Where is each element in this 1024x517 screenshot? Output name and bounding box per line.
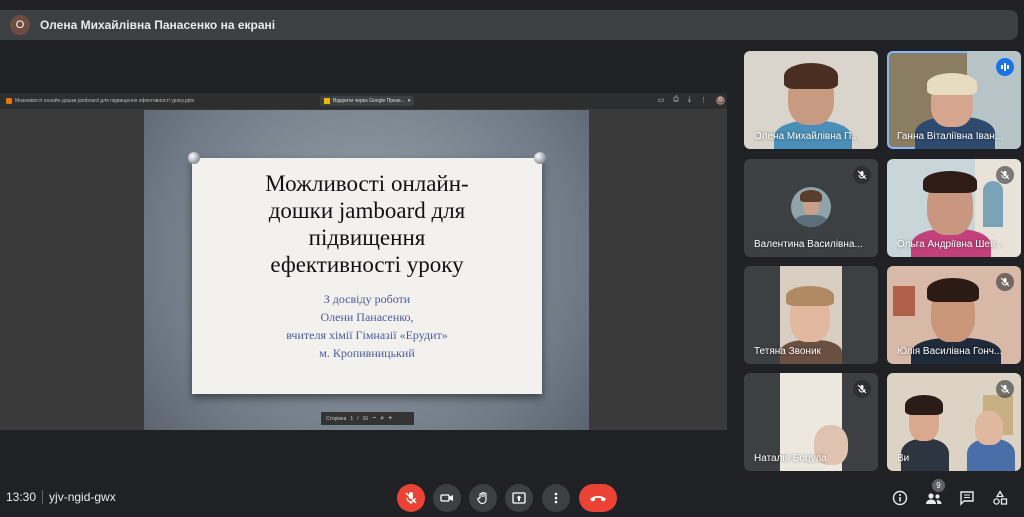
mic-off-icon [996, 380, 1014, 398]
slide-card: Можливості онлайн- дошки jamboard для пі… [192, 158, 542, 394]
slide-title-line: ефективності уроку [270, 252, 464, 277]
pushpin-right [534, 152, 546, 164]
info-icon [892, 490, 908, 506]
mic-off-icon [853, 166, 871, 184]
participant-name: Юлія Василівна Гонч... [897, 346, 1003, 357]
presentation-slide: Можливості онлайн- дошки jamboard для пі… [144, 110, 589, 430]
presenter-avatar: О [10, 15, 30, 35]
slide-subtitle-line: м. Кропивницький [319, 346, 415, 360]
presenting-text: Олена Михайлівна Панасенко на екрані [40, 18, 276, 32]
shared-screen: Можливості онлайн дошки jamboard для під… [0, 93, 733, 430]
participant-tile[interactable]: Валентина Василівна... [744, 159, 878, 257]
participant-name: Ольга Андріївна Шев... [897, 239, 1004, 250]
people-count-badge: 9 [932, 479, 945, 492]
chat-icon [960, 491, 974, 506]
viewer-toolbar: Можливості онлайн дошки jamboard для під… [0, 93, 733, 109]
meeting-controls-bar: 13:30 yjv-ngid-gwx [0, 480, 1024, 517]
more-vert-icon[interactable]: ⋮ [700, 96, 707, 105]
page-total: 16 [362, 415, 369, 422]
more-vert-icon [554, 492, 558, 504]
slide-subtitle: З досвіду роботи Олени Панасенко, вчител… [192, 290, 542, 362]
slide-navigator: Сторінка 1 / 16 − ⌕ + [321, 412, 414, 425]
slide-subtitle-line: Олени Панасенко, [320, 310, 414, 324]
mic-off-icon [405, 492, 417, 504]
slide-title-line: підвищення [308, 225, 426, 250]
videocam-icon [440, 494, 453, 502]
people-icon [926, 493, 942, 504]
open-with-label: Відкрити через Google Презе... [333, 98, 405, 104]
download-icon[interactable]: ⤓ [688, 96, 691, 105]
mic-toggle-button[interactable] [397, 484, 425, 512]
mic-off-icon [853, 380, 871, 398]
page-number[interactable]: 1 [350, 416, 353, 422]
pushpin-left [188, 152, 200, 164]
call-end-icon [590, 496, 606, 502]
slides-icon [324, 98, 330, 104]
meet-window: О Олена Михайлівна Панасенко на екрані М… [0, 0, 1024, 517]
meeting-info: 13:30 yjv-ngid-gwx [6, 490, 116, 504]
participant-avatar [791, 187, 831, 227]
hand-icon [477, 491, 487, 505]
mic-off-icon [996, 273, 1014, 291]
participant-tile[interactable]: Олена Михайлівна П... [744, 51, 878, 149]
participant-tile[interactable]: Ви [887, 373, 1021, 471]
presenting-banner: О Олена Михайлівна Панасенко на екрані [0, 10, 1018, 40]
file-title: Можливості онлайн дошки jamboard для під… [15, 98, 195, 104]
speaking-indicator-icon [996, 58, 1014, 76]
viewer-scrollbar[interactable] [727, 93, 733, 430]
slide-subtitle-line: вчителя хімії Гімназії «Ерудит» [286, 328, 448, 342]
leave-call-button[interactable] [579, 484, 617, 512]
more-options-button[interactable] [542, 484, 570, 512]
shapes-icon [993, 490, 1008, 505]
present-screen-button[interactable] [505, 484, 533, 512]
present-to-all-icon [512, 492, 526, 504]
participant-tile[interactable]: Юлія Василівна Гонч... [887, 266, 1021, 364]
activities-button[interactable] [990, 488, 1010, 508]
participant-tile[interactable]: Наталія Боцула [744, 373, 878, 471]
mic-off-icon [996, 166, 1014, 184]
participant-name: Валентина Василівна... [754, 239, 863, 250]
page-separator: / [357, 415, 359, 422]
zoom-out-icon[interactable]: − [372, 415, 376, 422]
chat-button[interactable] [957, 488, 977, 508]
participant-tile[interactable]: Тетяна Звоник [744, 266, 878, 364]
slide-subtitle-line: З досвіду роботи [323, 292, 411, 306]
meeting-code: yjv-ngid-gwx [49, 490, 116, 504]
meeting-details-button[interactable] [890, 488, 910, 508]
current-time: 13:30 [6, 490, 37, 504]
page-label: Сторінка [326, 415, 347, 422]
divider [42, 490, 44, 504]
participant-name: Ви [897, 453, 910, 464]
participant-name: Ганна Віталіївна Іван... [897, 131, 1004, 142]
participant-name: Тетяна Звоник [754, 346, 821, 357]
slide-title: Можливості онлайн- дошки jamboard для пі… [192, 170, 542, 278]
raise-hand-button[interactable] [469, 484, 497, 512]
participant-name: Олена Михайлівна П... [754, 131, 860, 142]
slide-title-line: дошки jamboard для [268, 198, 466, 223]
chevron-down-icon: ▾ [407, 98, 411, 104]
participant-tile[interactable]: Ольга Андріївна Шев... [887, 159, 1021, 257]
participant-name: Наталія Боцула [754, 453, 827, 464]
zoom-search-icon[interactable]: ⌕ [380, 415, 384, 423]
zoom-in-icon[interactable]: + [388, 415, 392, 422]
comment-icon[interactable]: ▭ [658, 96, 665, 105]
open-with-button[interactable]: Відкрити через Google Презе... ▾ [320, 96, 415, 106]
participant-tile[interactable]: Ганна Віталіївна Іван... [887, 51, 1021, 149]
camera-toggle-button[interactable] [433, 484, 461, 512]
slide-title-line: Можливості онлайн- [265, 171, 469, 196]
print-icon[interactable]: ⎙ [673, 96, 679, 105]
pptx-file-icon [6, 98, 12, 104]
user-avatar[interactable]: О [716, 96, 725, 105]
